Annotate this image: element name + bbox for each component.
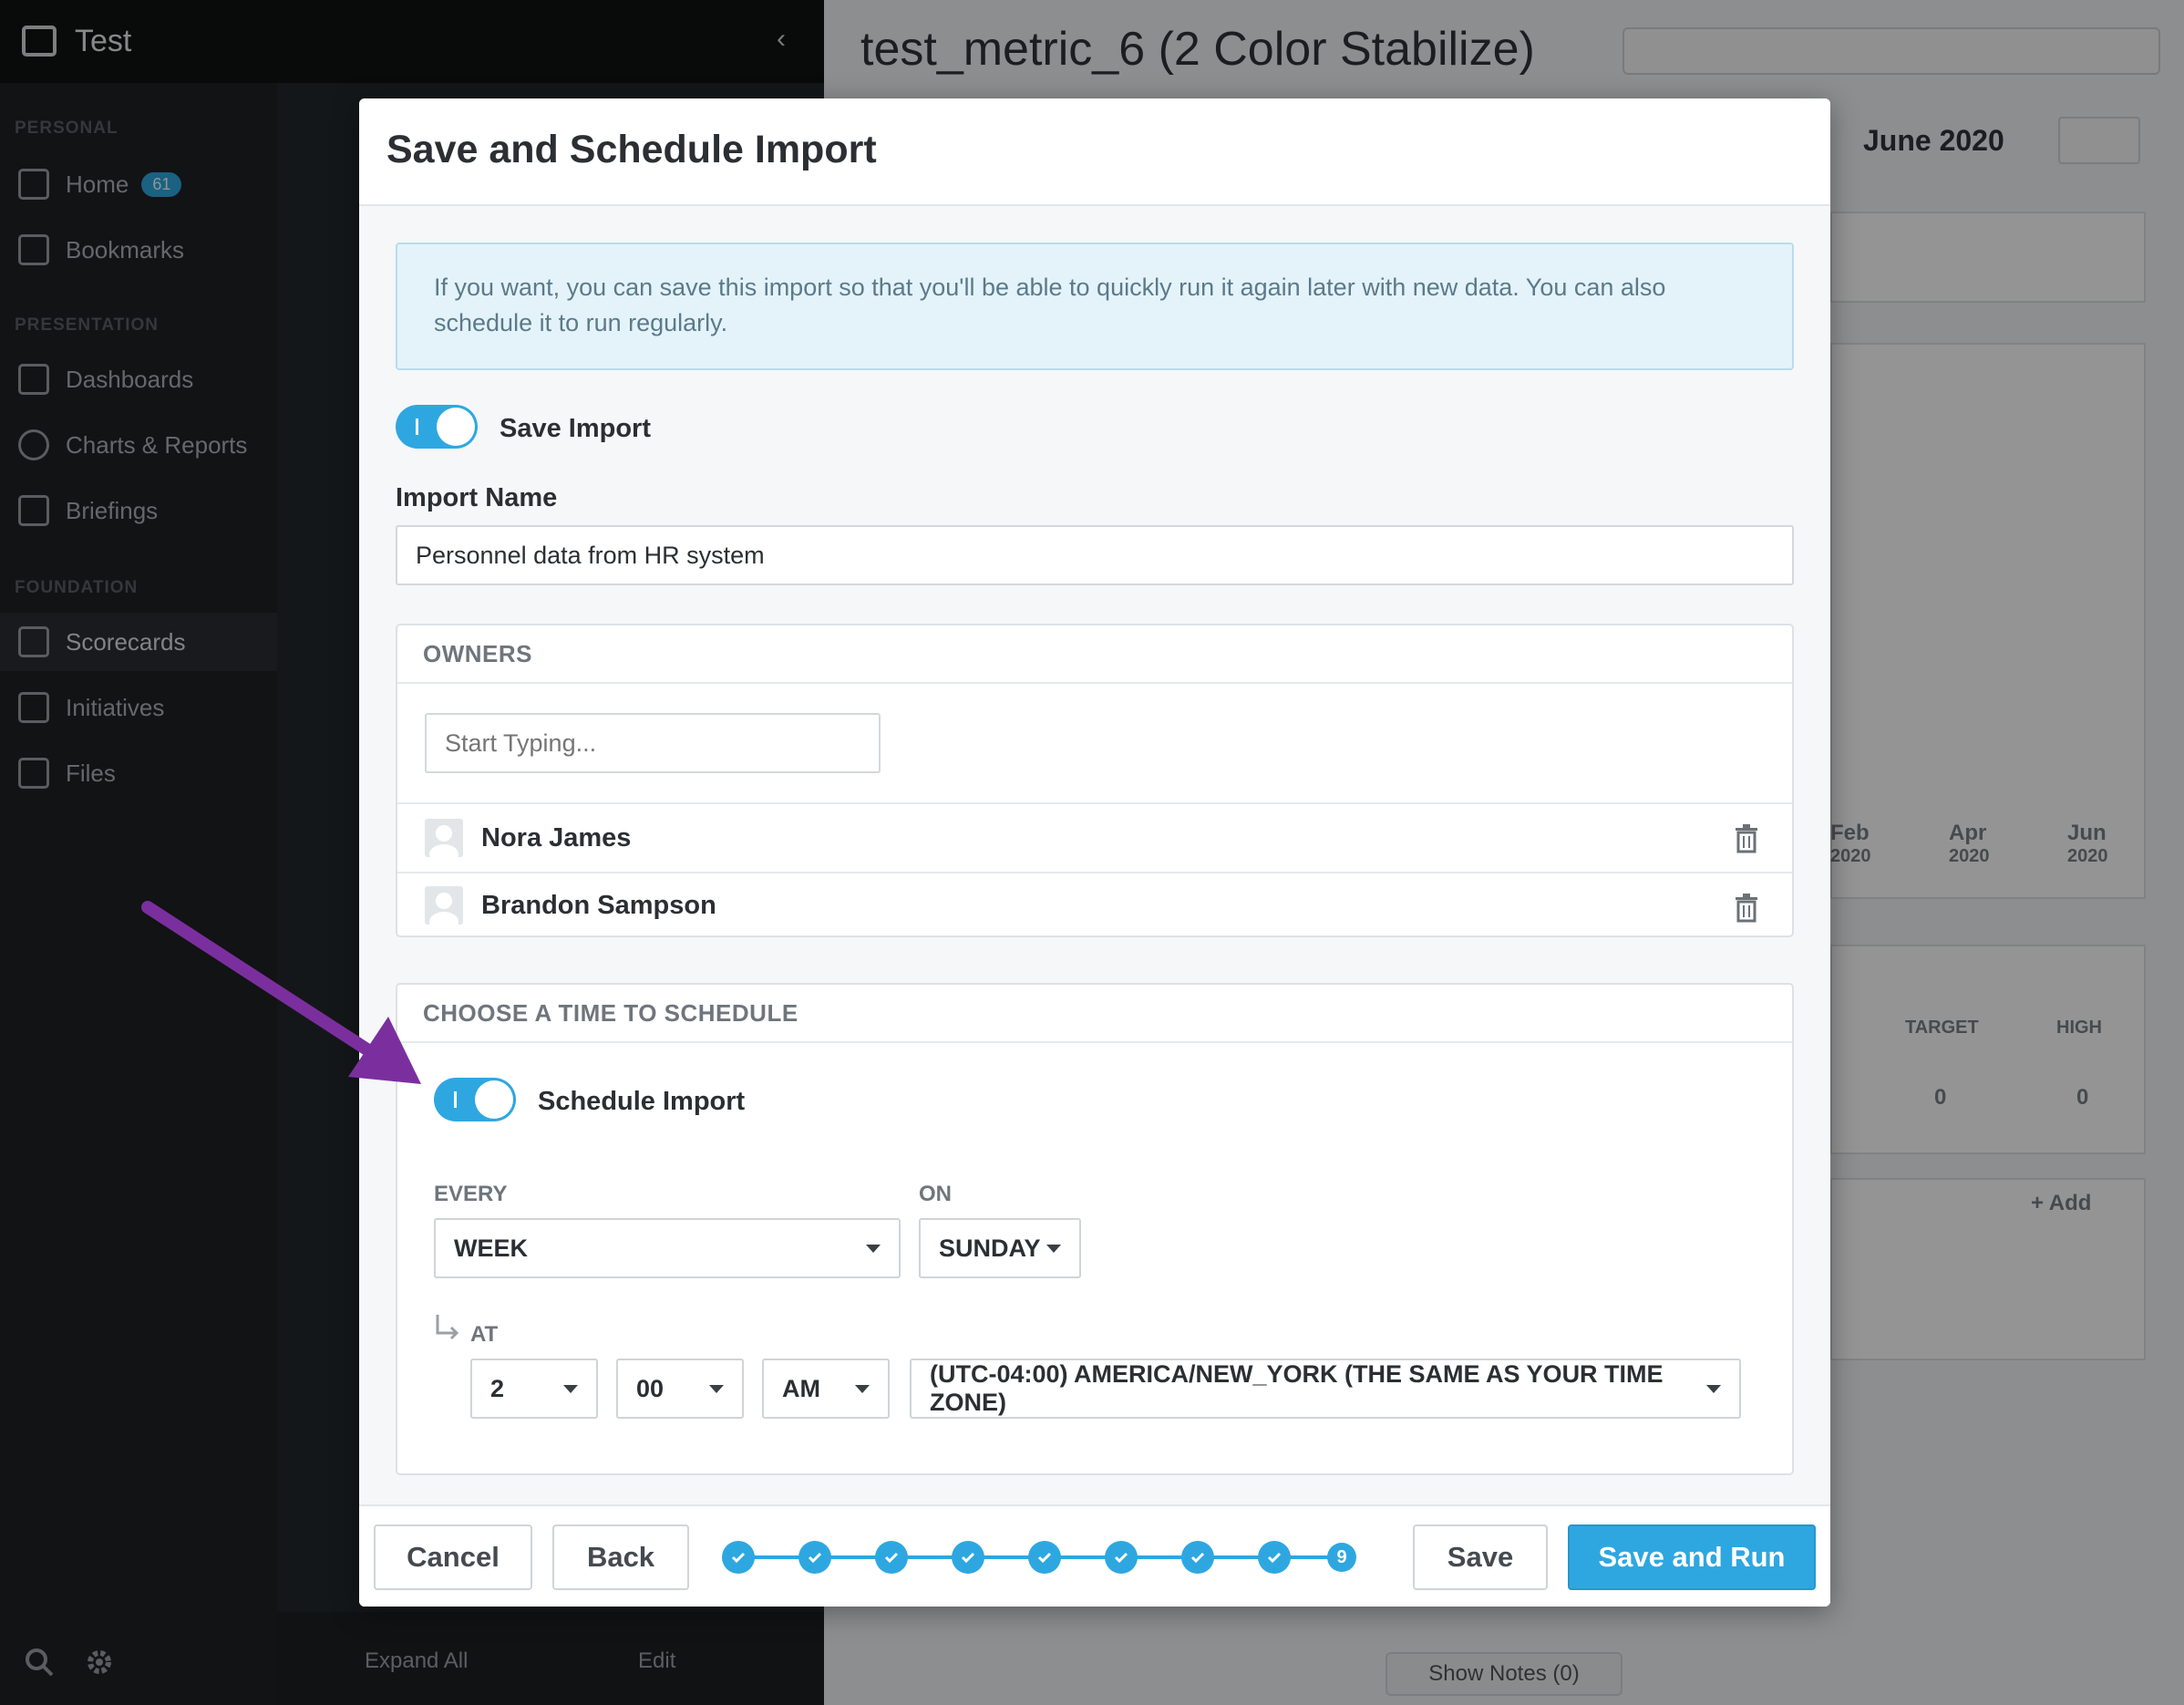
owner-search-input[interactable] bbox=[425, 713, 881, 773]
step-complete-icon bbox=[1028, 1541, 1061, 1574]
owners-card: OWNERS Nora James Brandon Sampson bbox=[396, 624, 1794, 937]
chevron-down-icon bbox=[563, 1385, 578, 1393]
every-select[interactable]: WEEK bbox=[434, 1218, 901, 1278]
chevron-down-icon bbox=[1046, 1245, 1061, 1253]
trash-icon[interactable] bbox=[1734, 894, 1759, 923]
modal-footer: Cancel Back 9 Save Save and Run bbox=[359, 1504, 1830, 1607]
step-complete-icon bbox=[1258, 1541, 1291, 1574]
import-name-input[interactable] bbox=[396, 525, 1794, 585]
step-complete-icon bbox=[1181, 1541, 1214, 1574]
schedule-import-toggle[interactable] bbox=[434, 1078, 516, 1121]
save-import-label: Save Import bbox=[500, 414, 651, 443]
info-message: If you want, you can save this import so… bbox=[396, 243, 1794, 370]
modal-header: Save and Schedule Import bbox=[359, 98, 1830, 206]
owners-heading: OWNERS bbox=[397, 625, 1792, 684]
chevron-down-icon bbox=[855, 1385, 870, 1393]
schedule-heading: CHOOSE A TIME TO SCHEDULE bbox=[397, 985, 1792, 1043]
step-complete-icon bbox=[952, 1541, 984, 1574]
save-import-toggle[interactable] bbox=[396, 405, 478, 449]
owner-row: Nora James bbox=[397, 802, 1792, 872]
owner-name: Nora James bbox=[481, 822, 632, 852]
on-select[interactable]: SUNDAY bbox=[919, 1218, 1081, 1278]
step-complete-icon bbox=[1105, 1541, 1138, 1574]
save-button[interactable]: Save bbox=[1413, 1524, 1548, 1590]
chevron-down-icon bbox=[866, 1245, 881, 1253]
owner-name: Brandon Sampson bbox=[481, 890, 716, 920]
save-and-run-button[interactable]: Save and Run bbox=[1568, 1524, 1816, 1590]
hour-select[interactable]: 2 bbox=[470, 1359, 598, 1419]
trash-icon[interactable] bbox=[1734, 824, 1759, 853]
minute-select[interactable]: 00 bbox=[616, 1359, 744, 1419]
import-name-label: Import Name bbox=[396, 483, 558, 512]
sub-arrow-icon bbox=[436, 1315, 459, 1340]
on-label: ON bbox=[919, 1182, 952, 1206]
cancel-button[interactable]: Cancel bbox=[374, 1524, 532, 1590]
chevron-down-icon bbox=[1706, 1385, 1721, 1393]
every-label: EVERY bbox=[434, 1182, 508, 1206]
annotation-arrow-icon bbox=[141, 901, 421, 1084]
back-button[interactable]: Back bbox=[552, 1524, 689, 1590]
wizard-progress: 9 bbox=[722, 1539, 1360, 1576]
modal-title: Save and Schedule Import bbox=[386, 128, 877, 171]
save-schedule-modal: Save and Schedule Import If you want, yo… bbox=[359, 98, 1830, 1607]
chevron-down-icon bbox=[709, 1385, 724, 1393]
owner-row: Brandon Sampson bbox=[397, 872, 1792, 937]
step-complete-icon bbox=[722, 1541, 755, 1574]
current-step: 9 bbox=[1327, 1543, 1356, 1572]
step-complete-icon bbox=[798, 1541, 831, 1574]
step-complete-icon bbox=[875, 1541, 908, 1574]
timezone-select[interactable]: (UTC-04:00) AMERICA/NEW_YORK (THE SAME A… bbox=[910, 1359, 1741, 1419]
schedule-import-label: Schedule Import bbox=[538, 1087, 746, 1116]
avatar bbox=[425, 819, 463, 857]
ampm-select[interactable]: AM bbox=[762, 1359, 890, 1419]
at-label: AT bbox=[470, 1322, 499, 1347]
schedule-card: CHOOSE A TIME TO SCHEDULE Schedule Impor… bbox=[396, 983, 1794, 1475]
